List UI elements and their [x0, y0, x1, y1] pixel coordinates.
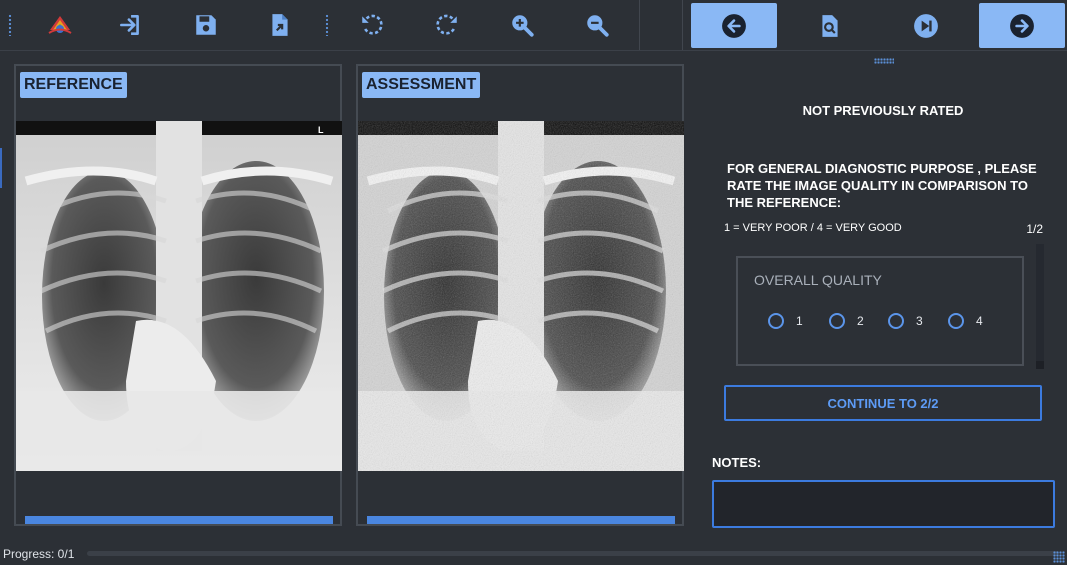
arrow-right-circle-icon: [1010, 13, 1034, 38]
toolbar-separator: [0, 50, 1067, 51]
assessment-scrollbar[interactable]: [367, 516, 675, 524]
reference-xray-image[interactable]: L: [16, 121, 342, 471]
zoom-in-icon[interactable]: [502, 5, 542, 45]
rating-scale: 1 = VERY POOR / 4 = VERY GOOD: [724, 222, 902, 234]
login-icon[interactable]: [110, 5, 150, 45]
assessment-label: ASSESSMENT: [362, 72, 481, 98]
quality-option-label: 3: [916, 314, 923, 328]
progress-label: Progress: 0/1: [3, 547, 75, 561]
splitter-grip[interactable]: [874, 58, 894, 64]
export-file-icon[interactable]: [260, 5, 300, 45]
continue-button[interactable]: CONTINUE TO 2/2: [724, 385, 1042, 421]
assessment-panel[interactable]: ASSESSMENT: [356, 64, 684, 526]
radio-circle-icon: [829, 313, 845, 329]
resize-grip[interactable]: [1053, 551, 1065, 563]
quality-option-label: 1: [796, 314, 803, 328]
progress-bar: [87, 551, 1059, 556]
rating-status: NOT PREVIOUSLY RATED: [802, 103, 964, 118]
question-scrollbar[interactable]: [1036, 244, 1044, 369]
toolbar-divider: [639, 0, 640, 50]
reference-scrollbar[interactable]: [25, 516, 333, 524]
reference-label: REFERENCE: [20, 72, 127, 98]
rating-panel: NOT PREVIOUSLY RATED FOR GENERAL DIAGNOS…: [693, 52, 1067, 542]
rotate-right-icon[interactable]: [427, 5, 467, 45]
skip-next-button[interactable]: [883, 3, 969, 48]
reference-panel[interactable]: REFERENCE L: [14, 64, 342, 526]
rotate-left-icon[interactable]: [352, 5, 392, 45]
save-icon[interactable]: [186, 5, 226, 45]
app-logo-icon[interactable]: [40, 5, 80, 45]
quality-option-label: 2: [857, 314, 864, 328]
question-page-indicator: 1/2: [1026, 222, 1043, 236]
toolbar: [0, 0, 1067, 52]
rating-question: FOR GENERAL DIAGNOSTIC PURPOSE , PLEASE …: [727, 161, 1037, 210]
radio-circle-icon: [948, 313, 964, 329]
quality-option-2[interactable]: 2: [829, 313, 864, 329]
quality-option-3[interactable]: 3: [888, 313, 923, 329]
side-marker: [0, 148, 2, 188]
overall-quality-title: OVERALL QUALITY: [754, 272, 882, 288]
skip-next-circle-icon: [914, 13, 938, 38]
toolbar-divider: [682, 0, 683, 50]
file-search-icon: [822, 14, 838, 37]
assessment-xray-image[interactable]: [358, 121, 684, 471]
toolbar-grip[interactable]: [8, 14, 12, 36]
quality-option-1[interactable]: 1: [768, 313, 803, 329]
search-file-button[interactable]: [787, 3, 873, 48]
previous-button[interactable]: [691, 3, 777, 48]
notes-label: NOTES:: [712, 455, 762, 470]
radio-circle-icon: [768, 313, 784, 329]
toolbar-grip-2[interactable]: [325, 14, 329, 36]
radio-circle-icon: [888, 313, 904, 329]
next-button[interactable]: [979, 3, 1065, 48]
laterality-marker: L: [318, 125, 324, 135]
notes-field[interactable]: [712, 480, 1055, 528]
zoom-out-icon[interactable]: [577, 5, 617, 45]
quality-option-4[interactable]: 4: [948, 313, 983, 329]
quality-option-label: 4: [976, 314, 983, 328]
arrow-left-circle-icon: [722, 13, 746, 38]
overall-quality-group: OVERALL QUALITY 1 2 3 4: [736, 256, 1024, 366]
